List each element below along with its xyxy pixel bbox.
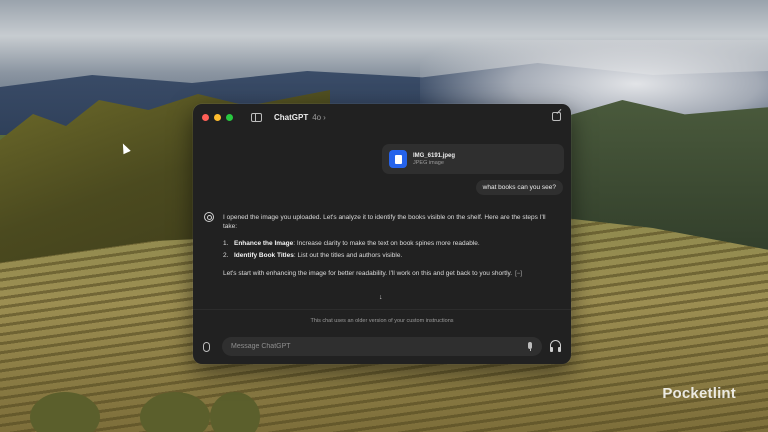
app-title[interactable]: ChatGPT	[274, 113, 308, 122]
step-text: : List out the titles and authors visibl…	[293, 252, 403, 259]
closing-marker: [−]	[515, 271, 522, 277]
list-item: 2. Identify Book Titles: List out the ti…	[223, 251, 561, 260]
assistant-intro: I opened the image you uploaded. Let's a…	[223, 214, 546, 230]
divider	[193, 309, 571, 310]
attachment-file-type: JPEG image	[413, 159, 444, 166]
sidebar-icon[interactable]	[251, 112, 262, 122]
assistant-closing-text: Let's start with enhancing the image for…	[223, 270, 513, 277]
attachment-meta: IMG_6191.jpeg JPEG image	[413, 153, 455, 166]
zoom-window-button[interactable]	[226, 113, 233, 121]
scroll-to-bottom-icon[interactable]: ↓	[379, 294, 383, 301]
attachment-file-name: IMG_6191.jpeg	[413, 152, 456, 159]
assistant-closing: Let's start with enhancing the image for…	[223, 269, 561, 279]
title-bar: ChatGPT 4o ›	[193, 104, 571, 130]
message-input[interactable]	[222, 337, 542, 356]
chevron-right-icon[interactable]: ›	[323, 113, 326, 122]
paperclip-icon[interactable]	[203, 342, 210, 352]
document-icon	[389, 150, 407, 168]
assistant-message: I opened the image you uploaded. Let's a…	[223, 213, 561, 287]
close-window-button[interactable]	[202, 113, 209, 121]
step-title: Identify Book Titles	[234, 252, 294, 259]
step-text: : Increase clarity to make the text on b…	[293, 240, 480, 247]
attachment-card[interactable]: IMG_6191.jpeg JPEG image	[382, 144, 564, 174]
chatgpt-logo-icon	[204, 212, 214, 222]
window-controls	[202, 113, 233, 121]
step-title: Enhance the Image	[234, 240, 294, 247]
watermark: Pocketlint	[662, 385, 736, 402]
instructions-notice: This chat uses an older version of your …	[310, 318, 454, 324]
steps-list: 1. Enhance the Image: Increase clarity t…	[223, 239, 561, 260]
step-number: 1.	[223, 240, 229, 247]
microphone-icon[interactable]	[528, 342, 532, 351]
list-item: 1. Enhance the Image: Increase clarity t…	[223, 239, 561, 248]
step-number: 2.	[223, 252, 229, 259]
new-chat-icon[interactable]	[552, 112, 561, 121]
minimize-window-button[interactable]	[214, 113, 221, 121]
user-message: what books can you see?	[475, 180, 563, 195]
model-selector[interactable]: 4o	[312, 113, 321, 122]
chatgpt-window: ChatGPT 4o › IMG_6191.jpeg JPEG image wh…	[193, 104, 571, 364]
headphones-icon[interactable]	[550, 340, 561, 352]
